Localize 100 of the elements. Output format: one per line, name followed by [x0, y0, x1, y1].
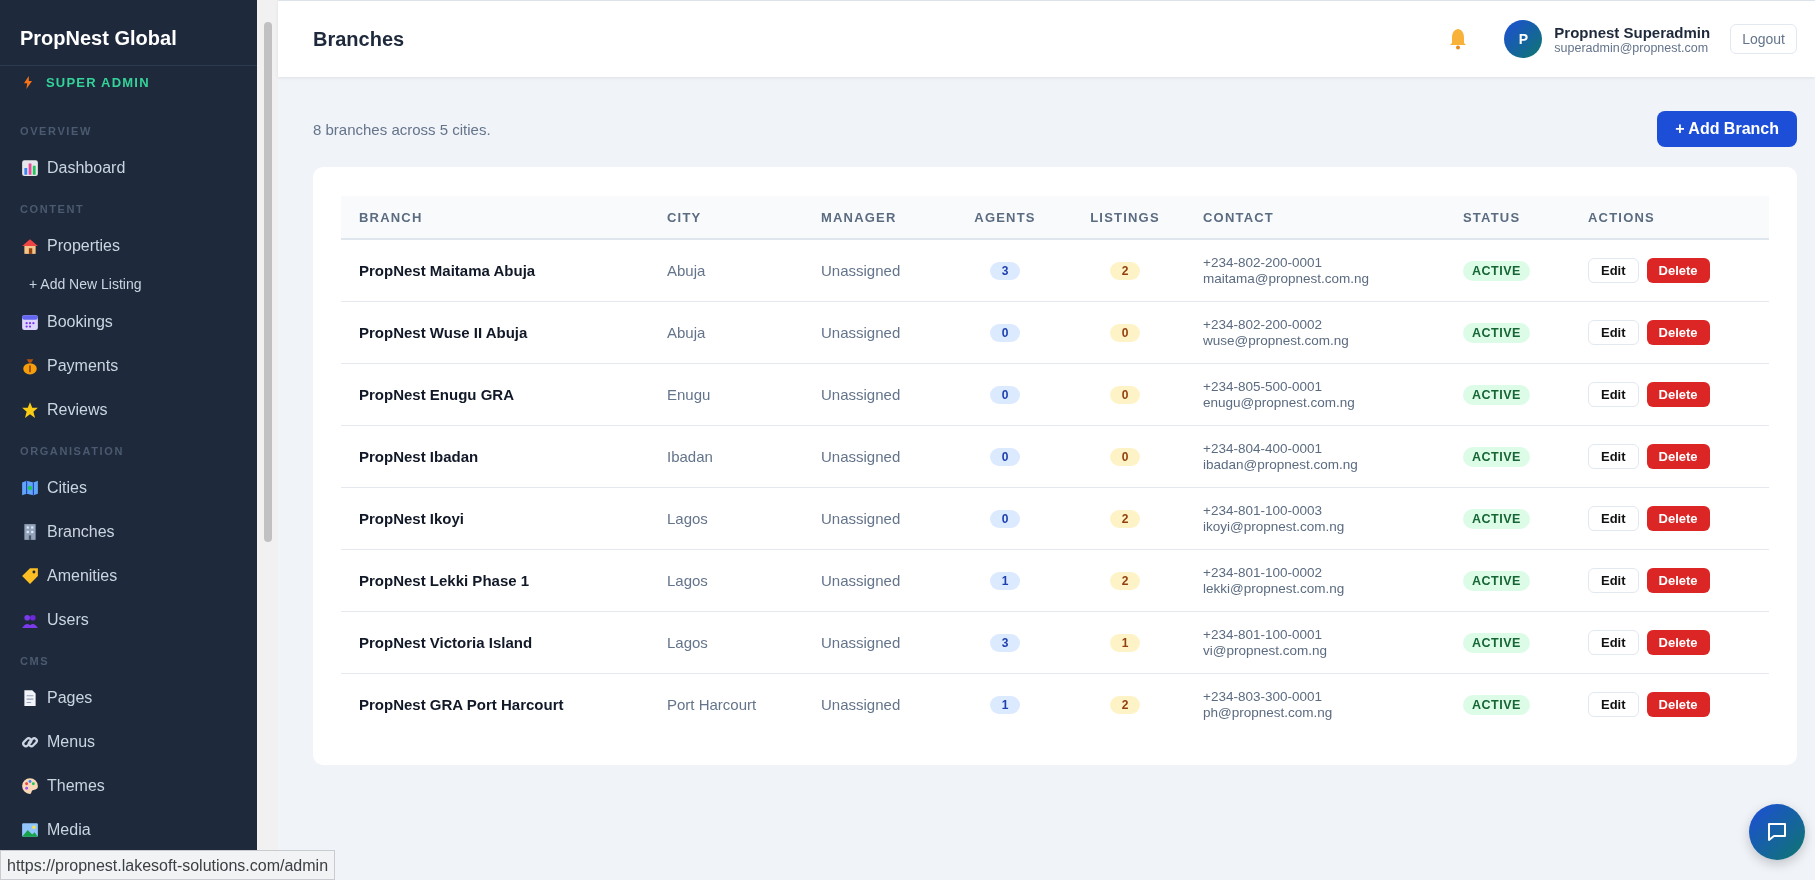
nav-item[interactable]: Reviews [0, 388, 257, 432]
manager-cell: Unassigned [821, 549, 945, 612]
manager-cell: Unassigned [821, 425, 945, 488]
nav-label: Media [47, 821, 91, 839]
delete-button[interactable]: Delete [1646, 568, 1710, 593]
agents-count: 0 [990, 448, 1020, 466]
tag-icon [21, 567, 39, 585]
city-cell: Abuja [667, 239, 821, 302]
nav-label: Menus [47, 733, 96, 751]
edit-button[interactable]: Edit [1588, 444, 1639, 469]
delete-button[interactable]: Delete [1646, 382, 1710, 407]
branch-name: PropNest Ikoyi [341, 487, 667, 550]
listings-count: 2 [1110, 572, 1140, 590]
edit-button[interactable]: Edit [1588, 506, 1639, 531]
contact-phone: +234-804-400-0001 [1203, 441, 1323, 457]
edit-button[interactable]: Edit [1588, 568, 1639, 593]
column-header: CONTACT [1185, 196, 1463, 239]
nav-item[interactable]: Branches [0, 510, 257, 554]
nav-item[interactable]: Properties [0, 224, 257, 268]
edit-button[interactable]: Edit [1588, 630, 1639, 655]
agents-count: 0 [990, 510, 1020, 528]
city-cell: Lagos [667, 549, 821, 612]
delete-button[interactable]: Delete [1646, 444, 1710, 469]
manager-cell: Unassigned [821, 487, 945, 550]
contact-phone: +234-801-100-0001 [1203, 627, 1323, 643]
contact-email: ikoyi@propnest.com.ng [1203, 518, 1346, 534]
star-icon [21, 401, 39, 419]
nav-label: Themes [47, 777, 105, 795]
listings-count: 0 [1110, 386, 1140, 404]
summary-text: 8 branches across 5 cities. [313, 120, 491, 138]
column-header: STATUS [1463, 196, 1588, 239]
nav-item[interactable]: Themes [0, 764, 257, 808]
contact-phone: +234-802-200-0002 [1203, 317, 1323, 333]
nav-label: Amenities [47, 567, 118, 585]
branch-name: PropNest Lekki Phase 1 [341, 549, 667, 612]
map-icon [21, 479, 39, 497]
contact-phone: +234-803-300-0001 [1203, 689, 1323, 705]
branch-name: PropNest Maitama Abuja [341, 239, 667, 302]
house-icon [21, 237, 39, 255]
branch-name: PropNest Enugu GRA [341, 363, 667, 426]
contact-email: enugu@propnest.com.ng [1203, 394, 1356, 410]
chart-icon [21, 159, 39, 177]
edit-button[interactable]: Edit [1588, 320, 1639, 345]
contact-phone: +234-802-200-0001 [1203, 255, 1323, 271]
delete-button[interactable]: Delete [1646, 258, 1710, 283]
bell-icon[interactable] [1448, 28, 1469, 50]
doc-icon [21, 689, 39, 707]
status-url-tooltip: https://propnest.lakesoft-solutions.com/admin [0, 850, 336, 880]
edit-button[interactable]: Edit [1588, 692, 1639, 717]
user-name: Propnest Superadmin [1554, 23, 1711, 41]
user-email: superadmin@propnest.com [1554, 40, 1709, 55]
contact-email: wuse@propnest.com.ng [1203, 332, 1350, 348]
nav-subitem[interactable]: + Add New Listing [0, 268, 257, 300]
add-branch-button[interactable]: + Add Branch [1657, 111, 1797, 147]
agents-count: 0 [990, 324, 1020, 342]
delete-button[interactable]: Delete [1646, 320, 1710, 345]
listings-count: 0 [1110, 448, 1140, 466]
nav-item[interactable]: Cities [0, 466, 257, 510]
role-label: SUPER ADMIN [46, 75, 150, 90]
nav-item[interactable]: Dashboard [0, 146, 257, 190]
status-badge: ACTIVE [1463, 570, 1530, 591]
column-header: BRANCH [341, 196, 667, 239]
city-cell: Enugu [667, 363, 821, 426]
lightning-icon [24, 76, 32, 89]
logout-button[interactable]: Logout [1730, 24, 1797, 54]
delete-button[interactable]: Delete [1646, 630, 1710, 655]
contact-email: maitama@propnest.com.ng [1203, 270, 1371, 286]
listings-count: 2 [1110, 262, 1140, 280]
listings-count: 2 [1110, 510, 1140, 528]
city-cell: Port Harcourt [667, 673, 821, 735]
branch-name: PropNest Ibadan [341, 425, 667, 488]
scrollbar-thumb[interactable] [264, 22, 272, 542]
nav-item[interactable]: Users [0, 598, 257, 642]
palette-icon [21, 777, 39, 795]
edit-button[interactable]: Edit [1588, 382, 1639, 407]
nav-item[interactable]: Menus [0, 720, 257, 764]
city-cell: Lagos [667, 487, 821, 550]
chat-button[interactable] [1749, 804, 1805, 860]
contact-email: lekki@propnest.com.ng [1203, 580, 1346, 596]
page-title: Branches [313, 27, 405, 51]
nav-item[interactable]: Media [0, 808, 257, 852]
status-badge: ACTIVE [1463, 322, 1530, 343]
listings-count: 0 [1110, 324, 1140, 342]
nav-item[interactable]: Bookings [0, 300, 257, 344]
calendar-icon [21, 313, 39, 331]
contact-phone: +234-801-100-0003 [1203, 503, 1323, 519]
nav-item[interactable]: Amenities [0, 554, 257, 598]
status-badge: ACTIVE [1463, 446, 1530, 467]
agents-count: 1 [990, 696, 1020, 714]
contact-email: ibadan@propnest.com.ng [1203, 456, 1359, 472]
nav-item[interactable]: Pages [0, 676, 257, 720]
city-cell: Lagos [667, 611, 821, 674]
nav-item[interactable]: Payments [0, 344, 257, 388]
status-badge: ACTIVE [1463, 632, 1530, 653]
delete-button[interactable]: Delete [1646, 506, 1710, 531]
contact-email: ph@propnest.com.ng [1203, 704, 1334, 720]
contact-phone: +234-805-500-0001 [1203, 379, 1323, 395]
delete-button[interactable]: Delete [1646, 692, 1710, 717]
edit-button[interactable]: Edit [1588, 258, 1639, 283]
user-avatar[interactable]: P [1504, 20, 1543, 58]
